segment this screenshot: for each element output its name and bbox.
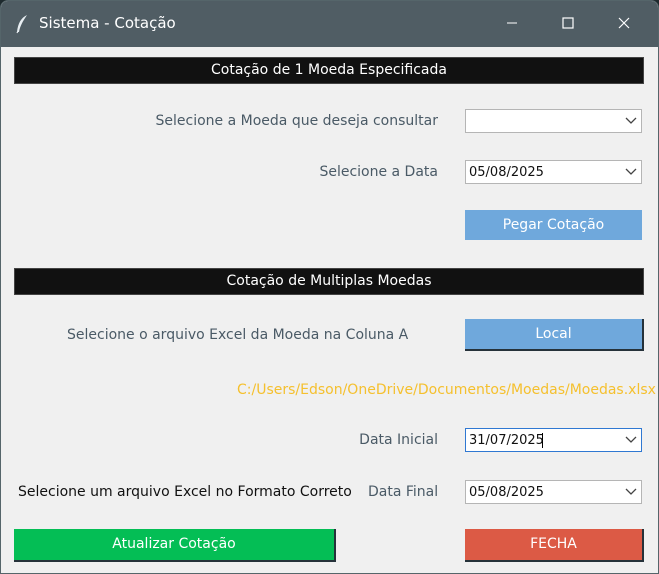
currency-label: Selecione a Moeda que deseja consultar xyxy=(155,113,438,129)
text-cursor xyxy=(542,433,543,448)
date-value: 05/08/2025 xyxy=(469,165,544,180)
section-header-single: Cotação de 1 Moeda Especificada xyxy=(14,57,644,84)
status-message: Selecione um arquivo Excel no Formato Co… xyxy=(18,484,352,500)
update-quote-button[interactable]: Atualizar Cotação xyxy=(14,529,336,562)
chevron-down-icon[interactable] xyxy=(625,168,637,176)
title-bar[interactable]: Sistema - Cotação xyxy=(1,1,658,47)
close-app-button[interactable]: FECHA xyxy=(465,529,644,562)
app-window: Sistema - Cotação Cotação de 1 Moeda Esp… xyxy=(0,0,659,574)
chevron-down-icon[interactable] xyxy=(625,117,637,125)
window-title: Sistema - Cotação xyxy=(39,14,176,32)
start-date-value: 31/07/2025 xyxy=(469,433,544,448)
end-date-label: Data Final xyxy=(368,484,439,500)
end-date-combobox[interactable]: 05/08/2025 xyxy=(465,480,642,504)
section-header-multiple: Cotação de Multiplas Moedas xyxy=(14,268,644,295)
local-button[interactable]: Local xyxy=(465,319,644,351)
start-date-label: Data Inicial xyxy=(359,432,438,448)
date-combobox[interactable]: 05/08/2025 xyxy=(465,160,642,184)
close-button[interactable] xyxy=(600,1,650,47)
close-icon xyxy=(618,17,630,29)
chevron-down-icon[interactable] xyxy=(625,436,637,444)
excel-file-label: Selecione o arquivo Excel da Moeda na Co… xyxy=(67,327,409,343)
end-date-value: 05/08/2025 xyxy=(469,485,544,500)
currency-combobox[interactable] xyxy=(465,109,642,133)
minimize-button[interactable] xyxy=(488,1,538,47)
minimize-icon xyxy=(507,22,517,24)
window-content: Cotação de 1 Moeda Especificada Selecion… xyxy=(1,47,658,573)
feather-icon xyxy=(15,14,29,34)
maximize-button[interactable] xyxy=(544,1,594,47)
fetch-quote-button[interactable]: Pegar Cotação xyxy=(465,210,642,240)
date-label: Selecione a Data xyxy=(319,164,438,180)
start-date-combobox[interactable]: 31/07/2025 xyxy=(465,428,642,452)
file-path: C:/Users/Edson/OneDrive/Documentos/Moeda… xyxy=(237,382,656,398)
chevron-down-icon[interactable] xyxy=(625,488,637,496)
maximize-icon xyxy=(562,17,574,29)
